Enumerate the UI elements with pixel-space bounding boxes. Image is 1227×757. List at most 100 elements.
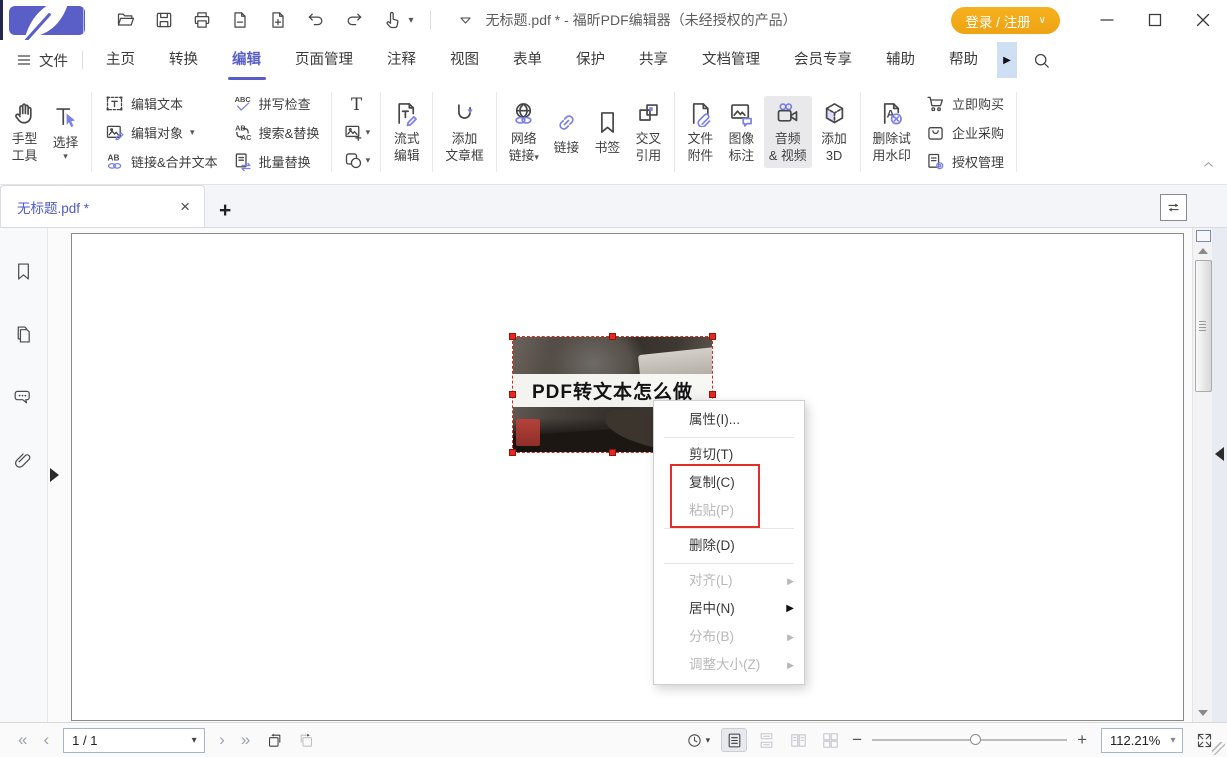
menu-item-center[interactable]: 居中(N)▶ — [654, 595, 804, 623]
menu-item-copy[interactable]: 复制(C) — [654, 469, 804, 497]
workspace-button[interactable]: 工作台 — [9, 6, 85, 35]
continuous-view-button[interactable] — [753, 728, 779, 752]
license-management-button[interactable]: 授权管理 — [920, 147, 1009, 176]
audio-video-button[interactable]: 音频 & 视频 — [764, 96, 812, 168]
facing-view-button[interactable] — [785, 728, 811, 752]
add-3d-button[interactable]: 添加 3D — [816, 96, 853, 168]
tab-member[interactable]: 会员专享 — [777, 41, 869, 80]
expand-left-panel-arrow[interactable] — [50, 468, 59, 482]
tab-form[interactable]: 表单 — [496, 41, 559, 80]
file-menu-button[interactable]: 文件 — [0, 50, 82, 71]
tab-view[interactable]: 视图 — [433, 41, 496, 80]
zoom-out-button[interactable]: − — [846, 730, 868, 750]
add-text-button[interactable]: T — [339, 90, 373, 118]
collapse-toolbar-icon[interactable] — [457, 12, 474, 29]
menu-overflow-button[interactable]: ▶ — [997, 42, 1017, 78]
resize-handle-e[interactable] — [709, 391, 716, 398]
tab-protect[interactable]: 保护 — [559, 41, 622, 80]
rotate-view-button[interactable]: ▾ — [686, 732, 711, 749]
scrollbar-thumb[interactable] — [1195, 260, 1212, 392]
resize-handle-s[interactable] — [609, 449, 616, 456]
resize-handle-sw[interactable] — [509, 449, 516, 456]
open-file-button[interactable] — [111, 5, 141, 35]
undo-button[interactable] — [301, 5, 331, 35]
hand-pointer-caret[interactable]: ▾ — [409, 15, 414, 26]
close-button[interactable] — [1179, 0, 1227, 40]
window-resize-grip[interactable] — [1212, 742, 1225, 755]
pages-panel-button[interactable] — [9, 319, 39, 349]
tab-convert[interactable]: 转换 — [152, 41, 215, 80]
comments-panel-button[interactable] — [9, 382, 39, 412]
tab-help[interactable]: 帮助 — [932, 41, 995, 80]
buy-now-button[interactable]: 立即购买 — [920, 89, 1009, 118]
zoom-slider[interactable] — [872, 730, 1067, 750]
tab-edit[interactable]: 编辑 — [215, 41, 278, 80]
add-image-button[interactable]: ▾ — [339, 118, 373, 146]
remove-trial-watermark-button[interactable]: A 删除试 用水印 — [868, 96, 916, 168]
attachments-panel-button[interactable] — [9, 445, 39, 475]
select-tool-button[interactable]: 选择 ▾ — [47, 100, 84, 165]
maximize-button[interactable] — [1131, 0, 1179, 40]
ribbon-collapse-button[interactable] — [1202, 158, 1215, 176]
resize-handle-nw[interactable] — [509, 333, 516, 340]
enterprise-purchase-button[interactable]: 企业采购 — [920, 118, 1009, 147]
menu-item-delete[interactable]: 删除(D) — [654, 532, 804, 560]
menu-item-cut[interactable]: 剪切(T) — [654, 441, 804, 469]
link-button[interactable]: 链接 — [548, 105, 585, 160]
first-page-button[interactable]: « — [10, 730, 35, 750]
vertical-scrollbar[interactable] — [1192, 228, 1212, 722]
print-button[interactable] — [187, 5, 217, 35]
zoom-in-button[interactable]: + — [1071, 730, 1093, 750]
hand-pointer-button[interactable] — [377, 5, 407, 35]
tab-accessibility[interactable]: 辅助 — [869, 41, 932, 80]
image-annotation-button[interactable]: 图像 标注 — [723, 96, 760, 168]
spell-check-button[interactable]: ABC 拼写检查 — [227, 89, 325, 118]
previous-view-button[interactable] — [261, 728, 287, 752]
batch-replace-button[interactable]: 批量替换 — [227, 147, 325, 176]
bookmark-button[interactable]: 书签 — [589, 105, 626, 160]
edit-object-button[interactable]: 编辑对象 ▾ — [99, 118, 223, 147]
scroll-down-arrow[interactable] — [1198, 710, 1208, 716]
tab-close-icon[interactable]: × — [176, 197, 194, 217]
resize-handle-n[interactable] — [609, 333, 616, 340]
bookmarks-panel-button[interactable] — [9, 256, 39, 286]
resize-handle-w[interactable] — [509, 391, 516, 398]
pdf-page[interactable] — [71, 233, 1184, 721]
redo-button[interactable] — [339, 5, 369, 35]
zoom-slider-thumb[interactable] — [970, 734, 981, 745]
file-attachment-button[interactable]: 文件 附件 — [682, 96, 719, 168]
add-shape-button[interactable]: ▾ — [339, 146, 373, 174]
facing-continuous-view-button[interactable] — [817, 728, 843, 752]
resize-handle-ne[interactable] — [709, 333, 716, 340]
tab-share[interactable]: 共享 — [622, 41, 685, 80]
next-page-button[interactable]: › — [211, 730, 233, 750]
zoom-level-combo[interactable]: 112.21% ▾ — [1101, 728, 1183, 753]
cross-reference-button[interactable]: 交叉 引用 — [630, 96, 667, 168]
single-page-view-button[interactable] — [721, 728, 747, 752]
link-merge-text-button[interactable]: AB 链接&合并文本 — [99, 147, 223, 176]
minimize-button[interactable] — [1083, 0, 1131, 40]
switch-tabs-button[interactable] — [1160, 194, 1187, 221]
last-page-button[interactable]: » — [233, 730, 258, 750]
tab-page-manage[interactable]: 页面管理 — [278, 41, 370, 80]
reflow-edit-button[interactable]: 流式 编辑 — [388, 96, 425, 168]
new-tab-button[interactable]: + — [219, 201, 231, 221]
previous-page-button[interactable]: ‹ — [35, 730, 57, 750]
save-button[interactable] — [149, 5, 179, 35]
hand-tool-button[interactable]: 手型 工具 — [6, 96, 43, 168]
add-page-button[interactable] — [263, 5, 293, 35]
tab-doc-manage[interactable]: 文档管理 — [685, 41, 777, 80]
expand-right-panel-arrow[interactable] — [1215, 447, 1224, 461]
edit-text-button[interactable]: 编辑文本 — [99, 89, 223, 118]
menu-item-properties[interactable]: 属性(I)... — [654, 406, 804, 434]
scroll-up-arrow[interactable] — [1198, 248, 1208, 254]
split-view-grabber[interactable] — [1196, 230, 1211, 242]
add-article-box-button[interactable]: 添加 文章框 — [440, 96, 488, 168]
document-tab[interactable]: 无标题.pdf * × — [0, 185, 205, 227]
web-link-button[interactable]: 网络 链接▾ — [504, 96, 544, 168]
delete-page-button[interactable] — [225, 5, 255, 35]
search-replace-button[interactable]: ABAC 搜索&替换 — [227, 118, 325, 147]
login-register-button[interactable]: 登录 / 注册 ∨ — [951, 7, 1060, 34]
tab-comment[interactable]: 注释 — [370, 41, 433, 80]
page-number-combo[interactable]: 1 / 1 ▾ — [63, 728, 205, 753]
